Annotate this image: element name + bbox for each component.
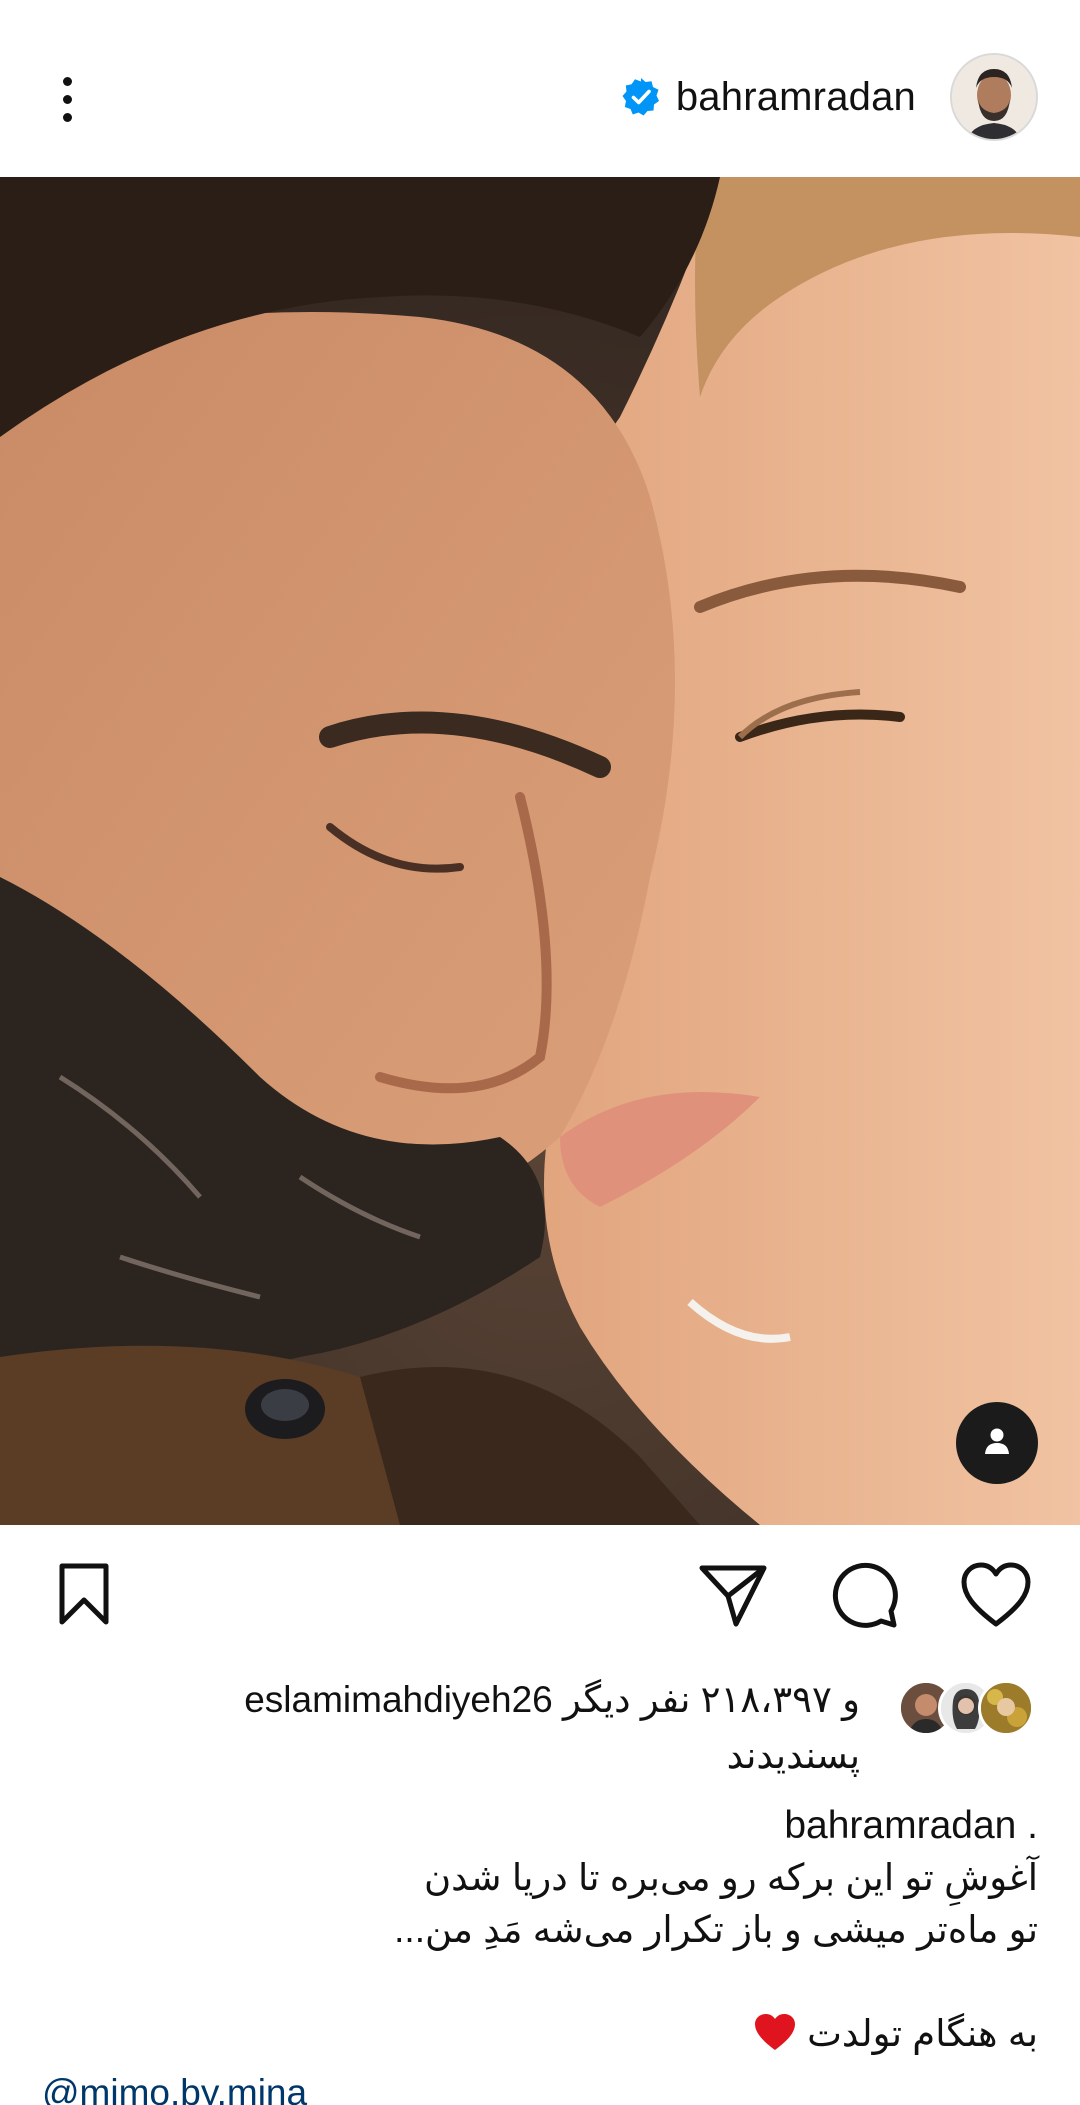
liker-avatars — [898, 1680, 1038, 1740]
post-caption: bahramradan . آغوشِ تو این برکه رو می‌بر… — [38, 1800, 1038, 2060]
caption-username[interactable]: bahramradan . — [38, 1800, 1038, 1852]
comment-button[interactable] — [827, 1557, 903, 1633]
liked-by-username[interactable]: eslamimahdiyeh26 — [244, 1679, 553, 1720]
caption-line: به هنگام تولدت — [807, 2013, 1038, 2054]
red-heart-emoji-icon — [754, 2014, 795, 2050]
more-vertical-icon — [62, 76, 72, 86]
comment-icon — [832, 1562, 898, 1628]
heart-icon — [961, 1562, 1031, 1627]
liker-avatar — [978, 1680, 1034, 1736]
likes-suffix-text: پسندیدند — [726, 1735, 860, 1776]
more-options-button[interactable] — [40, 62, 94, 136]
caption-line: آغوشِ تو این برکه رو می‌بره تا دریا شدن — [423, 1857, 1038, 1898]
author-avatar[interactable] — [950, 53, 1038, 141]
caption-line-with-emoji: به هنگام تولدت — [38, 2008, 1038, 2060]
caption-line: تو ماه‌تر میشی و باز تکرار می‌شه مَدِ من… — [394, 1909, 1038, 1950]
share-button[interactable] — [695, 1557, 771, 1633]
caption-mention-link[interactable]: @mimo.by.mina — [42, 2072, 307, 2105]
author-username[interactable]: bahramradan — [676, 75, 916, 120]
share-icon — [699, 1565, 767, 1627]
likes-count-text: و ۲۱۸،۳۹۷ نفر دیگر — [563, 1679, 860, 1720]
user-tag-icon — [980, 1424, 1014, 1463]
more-vertical-icon-dot — [62, 94, 72, 104]
likes-text: و ۲۱۸،۳۹۷ نفر دیگر eslamimahdiyeh26 پسند… — [100, 1672, 860, 1784]
post-image[interactable] — [0, 177, 1080, 1525]
like-button[interactable] — [958, 1557, 1034, 1633]
more-vertical-icon-dot — [62, 112, 72, 122]
tagged-users-button[interactable] — [956, 1402, 1038, 1484]
verified-badge-icon — [620, 76, 662, 118]
post-header: bahramradan — [0, 0, 1080, 177]
save-button[interactable] — [46, 1557, 122, 1633]
bookmark-icon — [59, 1563, 109, 1625]
post-author: bahramradan — [620, 52, 1038, 142]
post-actions-bar — [0, 1525, 1080, 1665]
likes-summary[interactable]: و ۲۱۸،۳۹۷ نفر دیگر eslamimahdiyeh26 پسند… — [38, 1672, 1038, 1792]
author-name-row[interactable]: bahramradan — [620, 75, 916, 120]
